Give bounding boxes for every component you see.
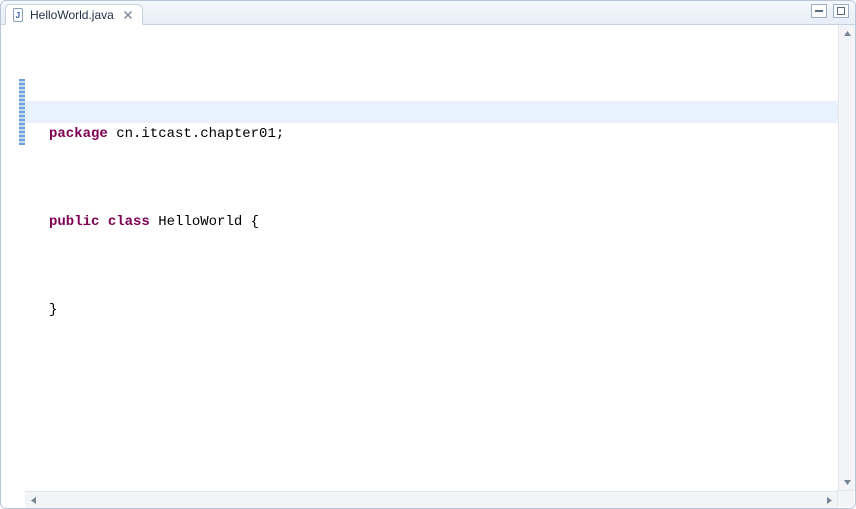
code-line	[49, 255, 838, 277]
minimize-button[interactable]	[811, 4, 827, 18]
horizontal-scrollbar[interactable]	[25, 491, 838, 508]
editor-area: package cn.itcast.chapter01; public clas…	[1, 25, 855, 508]
scroll-up-icon[interactable]	[841, 27, 854, 40]
scroll-down-icon[interactable]	[841, 476, 854, 489]
code-line	[49, 167, 838, 189]
editor-window: J HelloWorld.java package cn.itcast	[0, 0, 856, 509]
keyword-package: package	[49, 126, 108, 142]
scrollbar-corner	[837, 490, 854, 507]
keyword-public: public	[49, 214, 99, 230]
java-file-icon: J	[12, 8, 26, 22]
scroll-right-icon[interactable]	[823, 494, 836, 507]
vertical-scrollbar[interactable]	[838, 25, 855, 491]
code-line: public class HelloWorld {	[49, 211, 838, 233]
editor-tab[interactable]: J HelloWorld.java	[5, 4, 143, 25]
code-line: package cn.itcast.chapter01;	[49, 123, 838, 145]
code-line: }	[49, 299, 838, 321]
editor-body: package cn.itcast.chapter01; public clas…	[1, 25, 855, 491]
tab-filename: HelloWorld.java	[30, 8, 114, 22]
close-icon[interactable]	[122, 9, 134, 21]
maximize-button[interactable]	[833, 4, 849, 18]
svg-text:J: J	[16, 11, 20, 20]
minimize-icon	[815, 10, 823, 12]
maximize-icon	[837, 7, 845, 15]
window-controls	[811, 4, 849, 18]
code-editor[interactable]: package cn.itcast.chapter01; public clas…	[25, 25, 838, 491]
scroll-left-icon[interactable]	[27, 494, 40, 507]
tab-bar: J HelloWorld.java	[1, 1, 855, 25]
keyword-class: class	[108, 214, 150, 230]
gutter	[1, 25, 25, 491]
